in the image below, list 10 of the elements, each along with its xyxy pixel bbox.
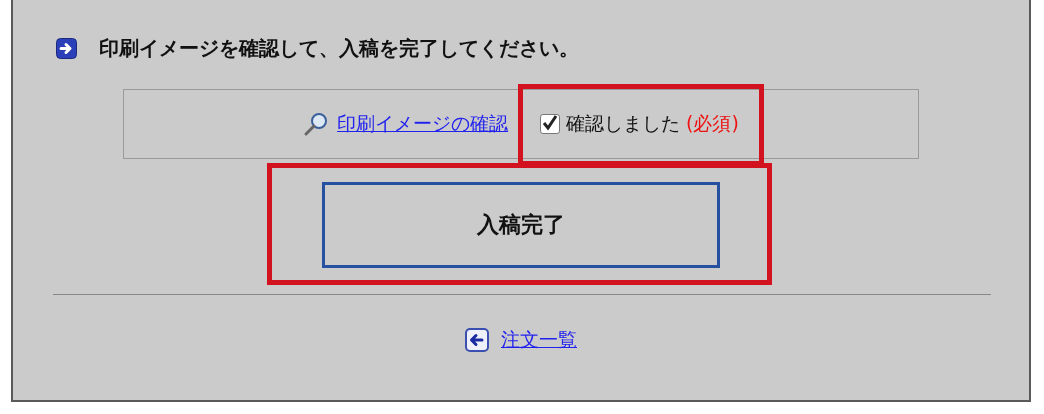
submit-button[interactable]: 入稿完了 xyxy=(322,182,720,268)
checkbox-label: 確認しました xyxy=(566,111,681,136)
arrow-right-icon xyxy=(56,38,77,59)
print-preview-link[interactable]: 印刷イメージの確認 xyxy=(337,111,509,137)
search-icon xyxy=(303,111,330,137)
checkbox[interactable] xyxy=(540,114,561,134)
instruction-heading: 印刷イメージを確認して、入稿を完了してください。 xyxy=(99,35,579,62)
order-list-link[interactable]: 注文一覧 xyxy=(501,327,577,353)
required-note: (必須) xyxy=(686,111,739,136)
arrow-left-icon xyxy=(465,328,489,352)
